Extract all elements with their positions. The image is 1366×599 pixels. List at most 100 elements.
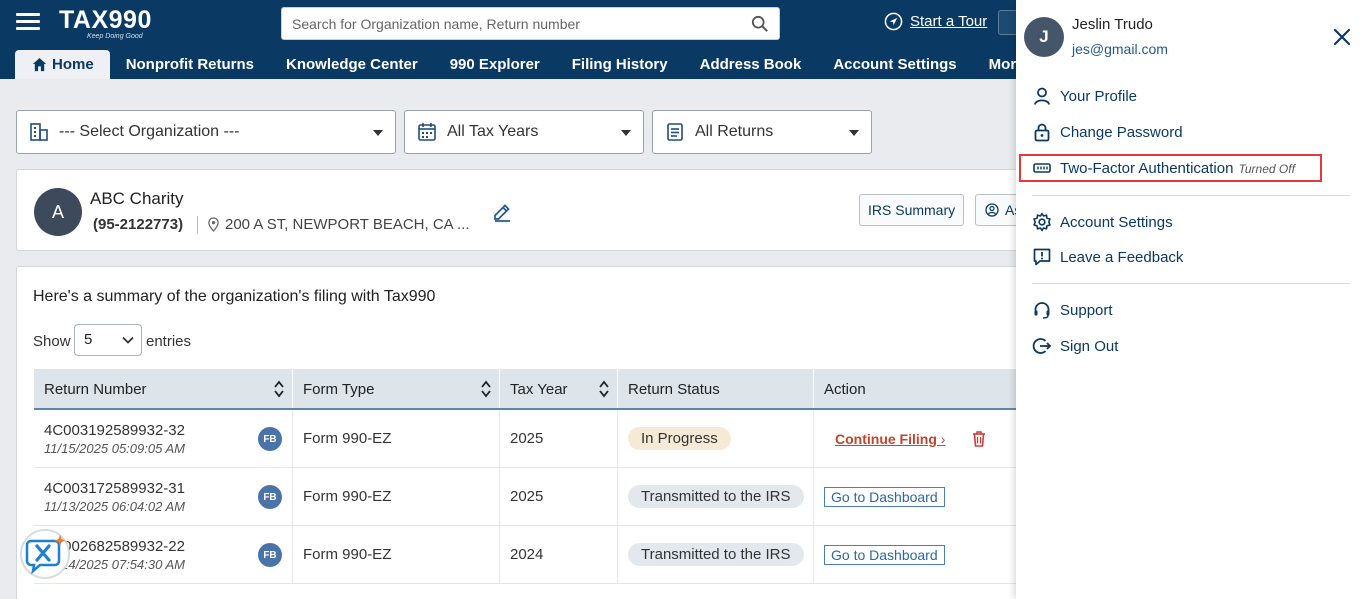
user-circle-icon (985, 203, 999, 217)
tax-year-select-value: All Tax Years (447, 123, 539, 140)
app-logo[interactable]: TAX990 Keep Doing Good (59, 6, 152, 40)
return-number-cell: 4C003172589932-31 11/13/2025 06:04:02 AM… (34, 468, 293, 525)
account-settings-label: Account Settings (1060, 213, 1173, 231)
returns-select[interactable]: All Returns (652, 110, 872, 154)
filing-summary-panel: Here's a summary of the organization's f… (16, 266, 1036, 599)
filer-badge: FB (258, 543, 282, 567)
chat-bubble-icon (25, 535, 66, 575)
returns-table: Return Number Form Type Tax Year Return … (34, 369, 1034, 584)
tab-home-label: Home (52, 56, 94, 73)
document-list-icon (667, 123, 683, 141)
user-icon (1034, 87, 1050, 105)
building-icon (30, 123, 48, 141)
divider (1032, 195, 1350, 196)
lock-icon (1034, 123, 1050, 142)
org-address: 200 A ST, NEWPORT BEACH, CA ... (225, 216, 470, 233)
divider (1032, 283, 1350, 284)
start-tour-label: Start a Tour (910, 13, 988, 30)
start-tour-link[interactable]: Start a Tour (884, 12, 987, 31)
entries-label: entries (146, 333, 192, 350)
column-header-return-number[interactable]: Return Number (34, 369, 293, 408)
search-icon[interactable] (751, 15, 769, 33)
table-row: 4C002682589932-22 11/14/2025 07:54:30 AM… (34, 526, 1034, 584)
trash-icon[interactable] (971, 430, 987, 448)
column-header-return-status: Return Status (618, 369, 814, 408)
return-date: 11/15/2025 05:09:05 AM (44, 440, 185, 456)
irs-summary-button[interactable]: IRS Summary (859, 194, 965, 226)
chat-widget-button[interactable] (20, 529, 70, 579)
table-row: 4C003192589932-32 11/15/2025 05:09:05 AM… (34, 410, 1034, 468)
status-cell: Transmitted to the IRS (618, 526, 814, 583)
location-pin-icon (208, 217, 219, 232)
caret-down-icon (621, 130, 631, 136)
change-password-link[interactable]: Change Password (1032, 122, 1183, 142)
returns-select-value: All Returns (695, 123, 774, 140)
status-cell: In Progress (618, 410, 814, 467)
show-label: Show (33, 333, 71, 350)
entries-select-value: 5 (84, 331, 93, 348)
tax-year-select[interactable]: All Tax Years (404, 110, 644, 154)
tab-filing-history[interactable]: Filing History (556, 50, 684, 79)
support-link[interactable]: Support (1032, 300, 1113, 320)
navigation-arrow-icon (884, 12, 903, 31)
organization-select[interactable]: --- Select Organization --- (16, 110, 396, 154)
sort-icon[interactable] (274, 379, 284, 399)
support-label: Support (1060, 301, 1113, 319)
tab-990-explorer[interactable]: 990 Explorer (434, 50, 556, 79)
form-type-cell: Form 990-EZ (293, 526, 500, 583)
status-badge: Transmitted to the IRS (628, 485, 804, 508)
chevron-right-icon: › (940, 430, 946, 447)
tax-year-cell: 2025 (500, 468, 618, 525)
search-box (281, 7, 780, 40)
your-profile-label: Your Profile (1060, 87, 1137, 105)
gear-icon (1033, 212, 1051, 232)
header-extra-button[interactable] (998, 10, 1018, 35)
keypad-icon (1033, 163, 1051, 173)
headset-icon (1034, 302, 1050, 319)
column-header-form-type[interactable]: Form Type (293, 369, 500, 408)
sort-icon[interactable] (599, 379, 609, 399)
divider (197, 216, 198, 234)
org-avatar: A (34, 188, 82, 236)
close-icon[interactable] (1333, 28, 1351, 46)
caret-down-icon (849, 130, 859, 136)
return-number[interactable]: 4C003192589932-32 (44, 422, 292, 439)
hamburger-menu-icon[interactable] (16, 13, 40, 31)
change-password-label: Change Password (1060, 123, 1183, 141)
return-number[interactable]: 4C002682589932-22 (44, 538, 292, 555)
caret-down-icon (373, 130, 383, 136)
tab-account-settings[interactable]: Account Settings (817, 50, 972, 79)
go-to-dashboard-button[interactable]: Go to Dashboard (824, 544, 945, 565)
profile-panel: J Jeslin Trudo jes@gmail.com Your Profil… (1016, 0, 1366, 599)
your-profile-link[interactable]: Your Profile (1032, 86, 1137, 106)
tab-nonprofit-returns[interactable]: Nonprofit Returns (110, 50, 270, 79)
tab-home[interactable]: Home (15, 50, 110, 79)
summary-title: Here's a summary of the organization's f… (33, 288, 436, 305)
action-cell: Continue Filing › (814, 410, 1034, 467)
status-badge: In Progress (628, 427, 731, 450)
organization-card: A ABC Charity (95-2122773) 200 A ST, NEW… (16, 169, 1036, 251)
avatar: J (1024, 17, 1064, 57)
continue-filing-link[interactable]: Continue Filing › (835, 431, 945, 447)
sort-icon[interactable] (481, 379, 491, 399)
two-factor-status: Turned Off (1238, 162, 1295, 176)
tab-address-book[interactable]: Address Book (684, 50, 818, 79)
calendar-icon (418, 123, 436, 141)
search-input[interactable] (282, 8, 722, 39)
table-header: Return Number Form Type Tax Year Return … (34, 369, 1034, 410)
tax-year-cell: 2025 (500, 410, 618, 467)
two-factor-authentication-link[interactable]: Two-Factor Authentication Turned Off (1032, 158, 1295, 178)
leave-feedback-link[interactable]: Leave a Feedback (1032, 247, 1183, 267)
edit-icon[interactable] (491, 201, 513, 223)
form-type-cell: Form 990-EZ (293, 468, 500, 525)
return-number-cell: 4C002682589932-22 11/14/2025 07:54:30 AM… (34, 526, 293, 583)
sign-out-icon (1032, 338, 1052, 354)
go-to-dashboard-button[interactable]: Go to Dashboard (824, 486, 945, 507)
sign-out-label: Sign Out (1060, 337, 1119, 355)
entries-select[interactable]: 5 (74, 324, 142, 356)
tab-knowledge-center[interactable]: Knowledge Center (270, 50, 434, 79)
return-number[interactable]: 4C003172589932-31 (44, 480, 292, 497)
column-header-tax-year[interactable]: Tax Year (500, 369, 618, 408)
sign-out-link[interactable]: Sign Out (1032, 336, 1118, 356)
account-settings-link[interactable]: Account Settings (1032, 212, 1173, 232)
